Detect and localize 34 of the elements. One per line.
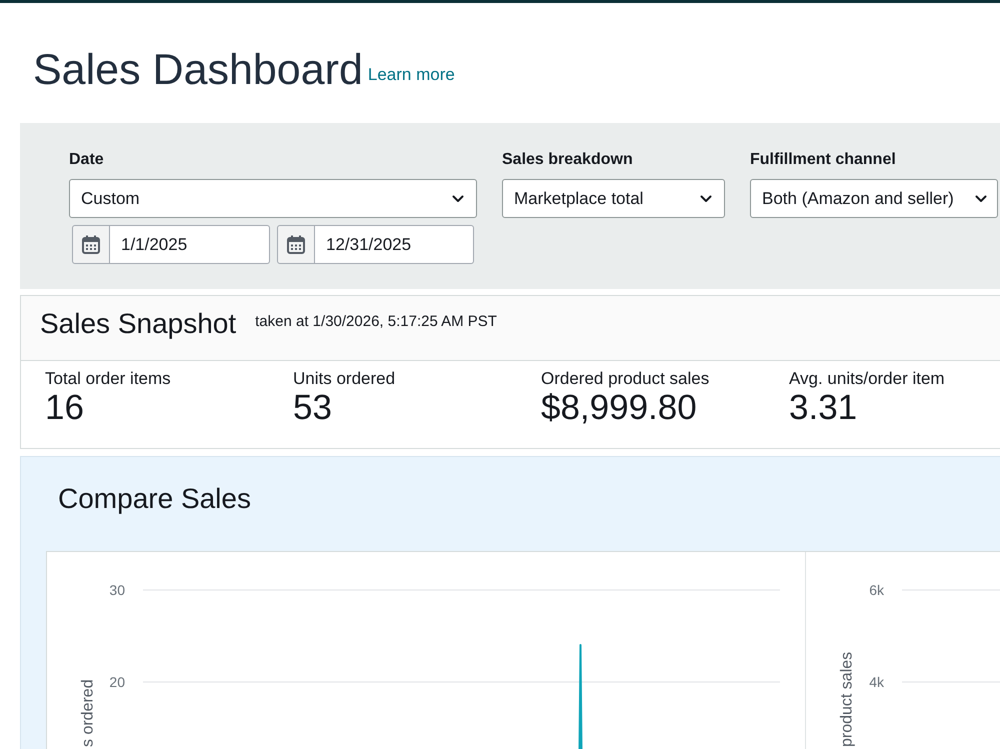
fulfillment-channel-select[interactable]: Both (Amazon and seller) <box>750 179 998 218</box>
page-title: Sales Dashboard <box>33 45 363 96</box>
y-tick-label: 20 <box>109 674 125 690</box>
calendar-button[interactable] <box>277 225 315 264</box>
y-axis-label: s ordered <box>80 679 96 747</box>
snapshot-title: Sales Snapshot <box>40 307 236 341</box>
date-range-select[interactable]: Custom <box>69 179 477 218</box>
metric-value: 16 <box>45 389 85 427</box>
calendar-icon <box>287 235 305 254</box>
compare-sales-title: Compare Sales <box>57 482 252 516</box>
metric-value: 53 <box>293 389 333 427</box>
filter-label: Fulfillment channel <box>750 150 897 170</box>
chevron-down-icon <box>452 194 464 202</box>
y-tick-label: 4k <box>869 674 884 690</box>
calendar-button[interactable] <box>72 225 110 264</box>
y-tick-label: 30 <box>109 582 125 598</box>
start-date-input[interactable]: 1/1/2025 <box>110 225 270 264</box>
metric-label: Units ordered <box>293 369 396 389</box>
metric-value: 3.31 <box>789 389 858 427</box>
filter-label: Sales breakdown <box>502 150 634 170</box>
metric-value: $8,999.80 <box>541 389 698 427</box>
chevron-down-icon <box>975 194 987 202</box>
filter-label: Date <box>69 150 105 170</box>
sales-breakdown-select[interactable]: Marketplace total <box>502 179 725 218</box>
y-axis-label: product sales <box>838 652 856 747</box>
calendar-icon <box>82 235 100 254</box>
metric-label: Avg. units/order item <box>789 369 946 389</box>
y-tick-label: 6k <box>869 582 884 598</box>
chevron-down-icon <box>700 194 712 202</box>
end-date-input[interactable]: 12/31/2025 <box>315 225 474 264</box>
snapshot-timestamp: taken at 1/30/2026, 5:17:25 AM PST <box>255 313 497 331</box>
metric-label: Total order items <box>45 369 172 389</box>
metric-label: Ordered product sales <box>541 369 710 389</box>
learn-more-link[interactable]: Learn more <box>368 65 455 85</box>
